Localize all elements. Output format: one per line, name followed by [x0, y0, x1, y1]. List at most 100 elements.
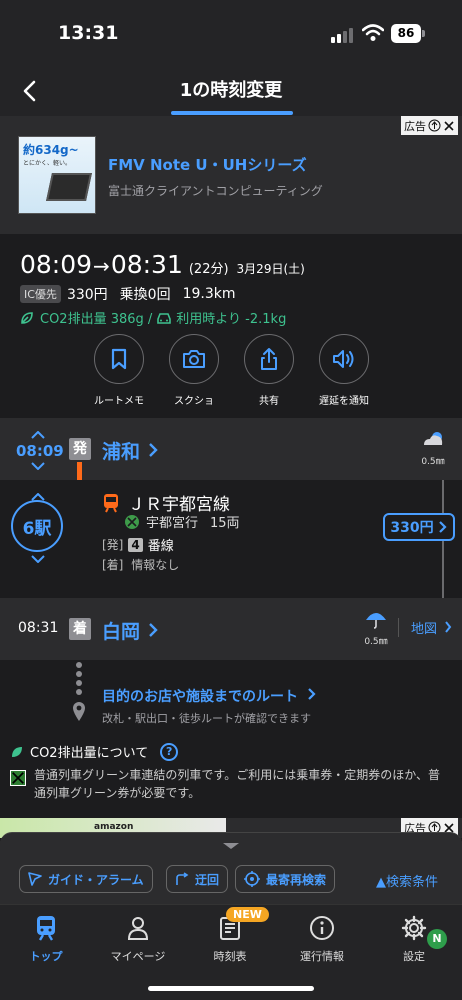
travel-date: 3月29日(土) — [236, 262, 305, 276]
nearest-research-label: 最寄再検索 — [266, 872, 327, 887]
header: 1の時刻変更 — [0, 70, 462, 116]
tab-top-label: トップ — [29, 950, 63, 963]
route-memo-label: ルートメモ — [94, 396, 144, 407]
arrive-badge: 着 — [69, 618, 91, 640]
ad-banner[interactable]: 広告 約634g~ とにかく、軽い。 FMV Note U・UHシリーズ 富士通… — [0, 116, 462, 234]
route-memo-button[interactable]: ルートメモ — [79, 334, 159, 407]
chevron-right-icon — [445, 621, 452, 633]
guide-alarm-label: ガイド・アラーム — [48, 872, 144, 887]
destination-route-link[interactable]: 目的のお店や施設までのルート — [102, 686, 316, 706]
nearest-research-button[interactable]: 最寄再検索 — [235, 865, 336, 893]
station-count[interactable]: 6駅 — [11, 500, 63, 552]
page-title: 1の時刻変更 — [179, 80, 283, 101]
search-conditions-button[interactable]: ▲検索条件 — [376, 871, 438, 890]
leaf-icon — [12, 746, 22, 757]
sheet-handle-icon[interactable] — [221, 841, 241, 851]
ad-bottom-brand: amazon — [94, 822, 134, 832]
guide-alarm-button[interactable]: ガイド・アラーム — [19, 865, 153, 893]
walking-dots — [76, 662, 82, 698]
co2-amount: CO2排出量 386g / — [40, 312, 153, 327]
green-car-icon — [125, 514, 139, 529]
platform-suffix: 番線 — [147, 539, 174, 554]
delay-notify-button[interactable]: 遅延を通知 — [304, 334, 384, 407]
co2-compare: 利用時より -2.1kg — [176, 312, 287, 327]
notification-badge: N — [427, 929, 447, 949]
detour-label: 迂回 — [195, 872, 220, 887]
tab-service-info[interactable]: 運行情報 — [276, 913, 368, 964]
detour-button[interactable]: 迂回 — [166, 865, 229, 893]
ic-priority-chip: IC優先 — [20, 285, 61, 303]
co2-info-row[interactable]: CO2排出量について ? — [10, 742, 179, 761]
tab-mypage-label: マイページ — [110, 950, 166, 963]
arrival-time: 08:31 — [18, 620, 59, 636]
station-count-label: 6駅 — [22, 518, 52, 539]
distance: 19.3km — [182, 286, 236, 302]
train-direction: 宇都宮行 — [146, 516, 199, 531]
destination-route-label: 目的のお店や施設までのルート — [102, 689, 298, 705]
rain-amount: 0.5㎜ — [364, 637, 388, 647]
help-icon[interactable]: ? — [160, 742, 179, 761]
arrival-weather: 0.5㎜ — [356, 610, 396, 647]
ad-image-headline: 約634g~ — [23, 143, 79, 157]
gear-icon — [401, 915, 427, 941]
arr-platform-label: [着] — [102, 558, 124, 572]
screenshot-label: スクショ — [174, 396, 214, 407]
bookmark-icon — [111, 348, 127, 370]
pin-icon — [73, 702, 85, 721]
battery-tip — [422, 30, 425, 37]
destination-route-sub: 改札・駅出口・徒歩ルートが確認できます — [102, 712, 311, 725]
ad-image[interactable]: 約634g~ とにかく、軽い。 — [18, 136, 96, 214]
departure-time[interactable]: 08:09 — [16, 442, 64, 460]
chevron-right-icon — [308, 688, 316, 700]
arrival-station[interactable]: 白岡 — [102, 617, 140, 644]
fare-label: 330円 — [390, 520, 434, 536]
time-later-chevron[interactable] — [31, 462, 45, 470]
arrive-time: 08:31 — [110, 250, 183, 279]
car-icon — [157, 312, 172, 324]
green-car-icon — [10, 770, 26, 786]
tab-top[interactable]: トップ — [0, 913, 92, 964]
arrival-platform: [着] 情報なし — [102, 556, 179, 573]
total-fare: 330円 — [66, 287, 108, 303]
share-icon — [261, 348, 277, 370]
info-icon — [310, 916, 334, 940]
arrow: → — [93, 254, 110, 278]
map-link[interactable]: 地図 — [398, 618, 452, 637]
arrival-row: 08:31 着 白岡 0.5㎜ 地図 — [0, 598, 462, 660]
chevron-down-icon — [31, 555, 45, 563]
route-summary: 08:09 → 08:31 (22分) 3月29日(土) IC優先 330円 乗… — [0, 234, 462, 418]
screenshot-button[interactable]: スクショ — [154, 334, 234, 407]
battery-indicator: 86 — [391, 24, 421, 43]
close-icon[interactable] — [443, 120, 455, 132]
platform-number: 4 — [128, 537, 143, 552]
green-car-note: 普通列車グリーン車連結の列車です。ご利用には乗車券・定期券のほか、普通列車グリー… — [34, 768, 440, 800]
leaf-icon — [21, 311, 33, 324]
train-icon — [37, 916, 55, 941]
crosshair-icon — [244, 871, 260, 887]
departure-weather: 0.5㎜ — [413, 430, 453, 467]
train-direction-row: 宇都宮行 15両 — [124, 512, 240, 531]
ad-badge[interactable]: 広告 — [401, 116, 458, 135]
departure-station[interactable]: 浦和 — [102, 437, 140, 464]
umbrella-icon — [366, 613, 386, 629]
train-icon — [104, 493, 118, 512]
wifi-icon — [362, 24, 384, 41]
ad-title[interactable]: FMV Note U・UHシリーズ — [108, 154, 307, 175]
fare-button[interactable]: 330円 — [383, 513, 455, 541]
time-earlier-chevron[interactable] — [31, 431, 45, 439]
navigation-icon — [28, 872, 42, 886]
co2-info-title: CO2排出量について — [30, 746, 149, 761]
person-icon — [127, 917, 149, 940]
bottom-sheet: ガイド・アラーム 迂回 最寄再検索 ▲検索条件 — [0, 832, 462, 904]
status-time: 13:31 — [58, 22, 119, 44]
chevron-right-icon — [149, 623, 158, 637]
share-button[interactable]: 共有 — [229, 334, 309, 407]
signal-icon — [331, 27, 355, 43]
tab-mypage[interactable]: マイページ — [92, 913, 184, 964]
departure-row: 08:09 発 浦和 0.5㎜ — [0, 418, 462, 480]
duration: (22分) — [188, 262, 229, 277]
speaker-icon — [333, 350, 354, 368]
new-badge: NEW — [226, 907, 269, 922]
arr-platform-info: 情報なし — [131, 558, 180, 572]
laptop-image — [46, 173, 92, 201]
